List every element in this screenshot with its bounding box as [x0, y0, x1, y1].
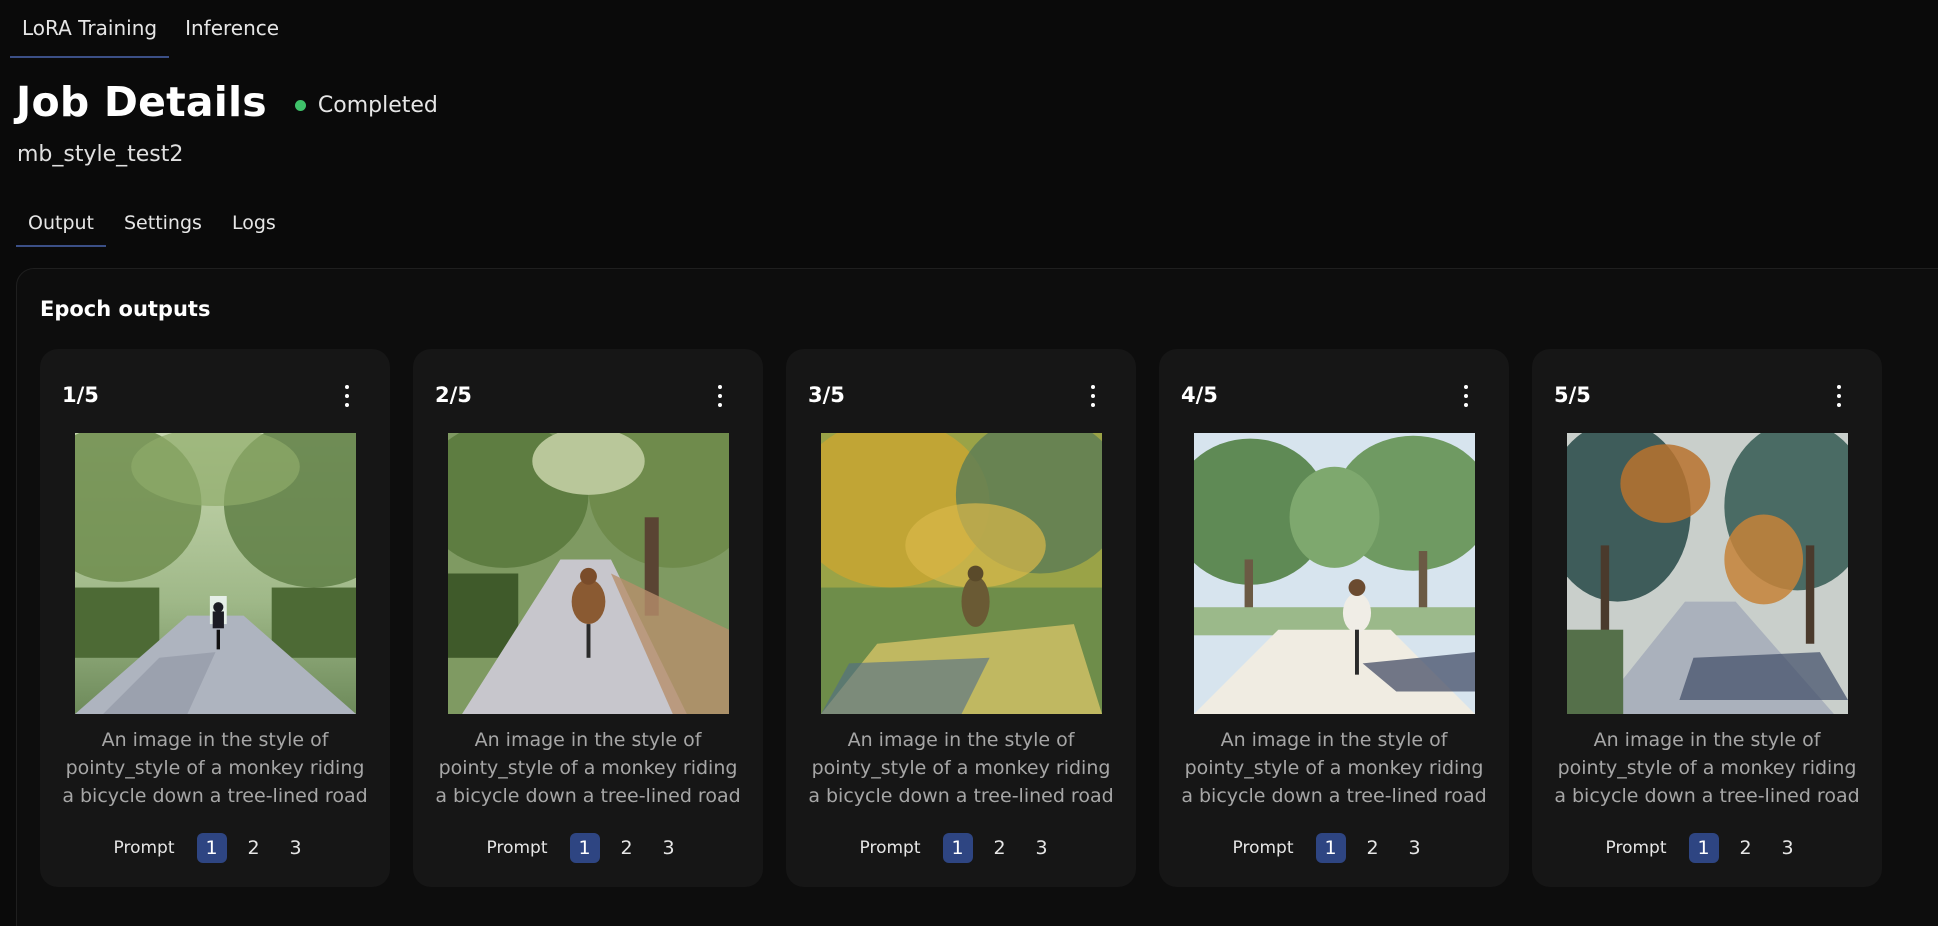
tab-output[interactable]: Output: [16, 200, 106, 247]
prompt-button-3[interactable]: 3: [1027, 833, 1057, 863]
prompt-caption: An image in the style of pointy_style of…: [62, 729, 368, 807]
epoch-card-list: 1/5 An image in the style of pointy_styl…: [40, 349, 1905, 887]
epoch-label: 5/5: [1554, 383, 1591, 407]
epoch-card: 2/5 An image in the style of pointy_styl…: [413, 349, 763, 887]
panel-title: Epoch outputs: [40, 297, 211, 321]
prompt-button-2[interactable]: 2: [985, 833, 1015, 863]
epoch-label: 4/5: [1181, 383, 1218, 407]
job-header: Job Details Completed: [16, 78, 438, 126]
status-text: Completed: [317, 92, 438, 118]
prompt-selector: Prompt 1 2 3: [40, 833, 390, 863]
epoch-card: 4/5 An image in the style of pointy_styl…: [1159, 349, 1509, 887]
more-vertical-icon[interactable]: [717, 385, 723, 407]
prompt-button-1[interactable]: 1: [569, 833, 600, 863]
job-name: mb_style_test2: [17, 142, 184, 167]
tab-settings[interactable]: Settings: [112, 200, 214, 247]
prompt-button-2[interactable]: 2: [1731, 833, 1761, 863]
more-vertical-icon[interactable]: [1463, 385, 1469, 407]
epoch-outputs-panel: Epoch outputs 1/5 An image in the style …: [16, 268, 1938, 926]
epoch-label: 3/5: [808, 383, 845, 407]
epoch-card: 3/5 An image in the style of pointy_styl…: [786, 349, 1136, 887]
more-vertical-icon[interactable]: [344, 385, 350, 407]
prompt-button-3[interactable]: 3: [1773, 833, 1803, 863]
prompt-button-3[interactable]: 3: [281, 833, 311, 863]
prompt-button-2[interactable]: 2: [239, 833, 269, 863]
prompt-selector: Prompt 1 2 3: [413, 833, 763, 863]
tab-logs[interactable]: Logs: [220, 200, 288, 247]
prompt-selector: Prompt 1 2 3: [1159, 833, 1509, 863]
prompt-caption: An image in the style of pointy_style of…: [1181, 729, 1487, 807]
epoch-output-image[interactable]: [821, 433, 1102, 714]
page-title: Job Details: [16, 78, 267, 126]
prompt-label: Prompt: [1232, 838, 1294, 858]
more-vertical-icon[interactable]: [1836, 385, 1842, 407]
prompt-label: Prompt: [859, 838, 921, 858]
sub-tab-bar: Output Settings Logs: [16, 200, 294, 247]
epoch-card: 1/5 An image in the style of pointy_styl…: [40, 349, 390, 887]
prompt-label: Prompt: [1605, 838, 1667, 858]
prompt-button-1[interactable]: 1: [942, 833, 973, 863]
prompt-button-2[interactable]: 2: [612, 833, 642, 863]
epoch-output-image[interactable]: [75, 433, 356, 714]
prompt-label: Prompt: [113, 838, 175, 858]
tab-lora-training[interactable]: LoRA Training: [10, 0, 170, 58]
tab-inference[interactable]: Inference: [173, 0, 291, 58]
prompt-button-1[interactable]: 1: [196, 833, 227, 863]
prompt-selector: Prompt 1 2 3: [786, 833, 1136, 863]
epoch-label: 1/5: [62, 383, 99, 407]
prompt-button-3[interactable]: 3: [654, 833, 684, 863]
prompt-caption: An image in the style of pointy_style of…: [435, 729, 741, 807]
prompt-caption: An image in the style of pointy_style of…: [1554, 729, 1860, 807]
prompt-button-3[interactable]: 3: [1400, 833, 1430, 863]
epoch-label: 2/5: [435, 383, 472, 407]
top-tab-bar: LoRA Training Inference: [10, 0, 295, 58]
status-dot-icon: [294, 99, 306, 111]
epoch-card: 5/5 An image in the style of pointy_styl…: [1532, 349, 1882, 887]
prompt-selector: Prompt 1 2 3: [1532, 833, 1882, 863]
prompt-button-2[interactable]: 2: [1358, 833, 1388, 863]
epoch-output-image[interactable]: [1567, 433, 1848, 714]
prompt-label: Prompt: [486, 838, 548, 858]
epoch-output-image[interactable]: [448, 433, 729, 714]
more-vertical-icon[interactable]: [1090, 385, 1096, 407]
prompt-caption: An image in the style of pointy_style of…: [808, 729, 1114, 807]
prompt-button-1[interactable]: 1: [1315, 833, 1346, 863]
prompt-button-1[interactable]: 1: [1688, 833, 1719, 863]
status-badge: Completed: [294, 92, 438, 118]
epoch-output-image[interactable]: [1194, 433, 1475, 714]
